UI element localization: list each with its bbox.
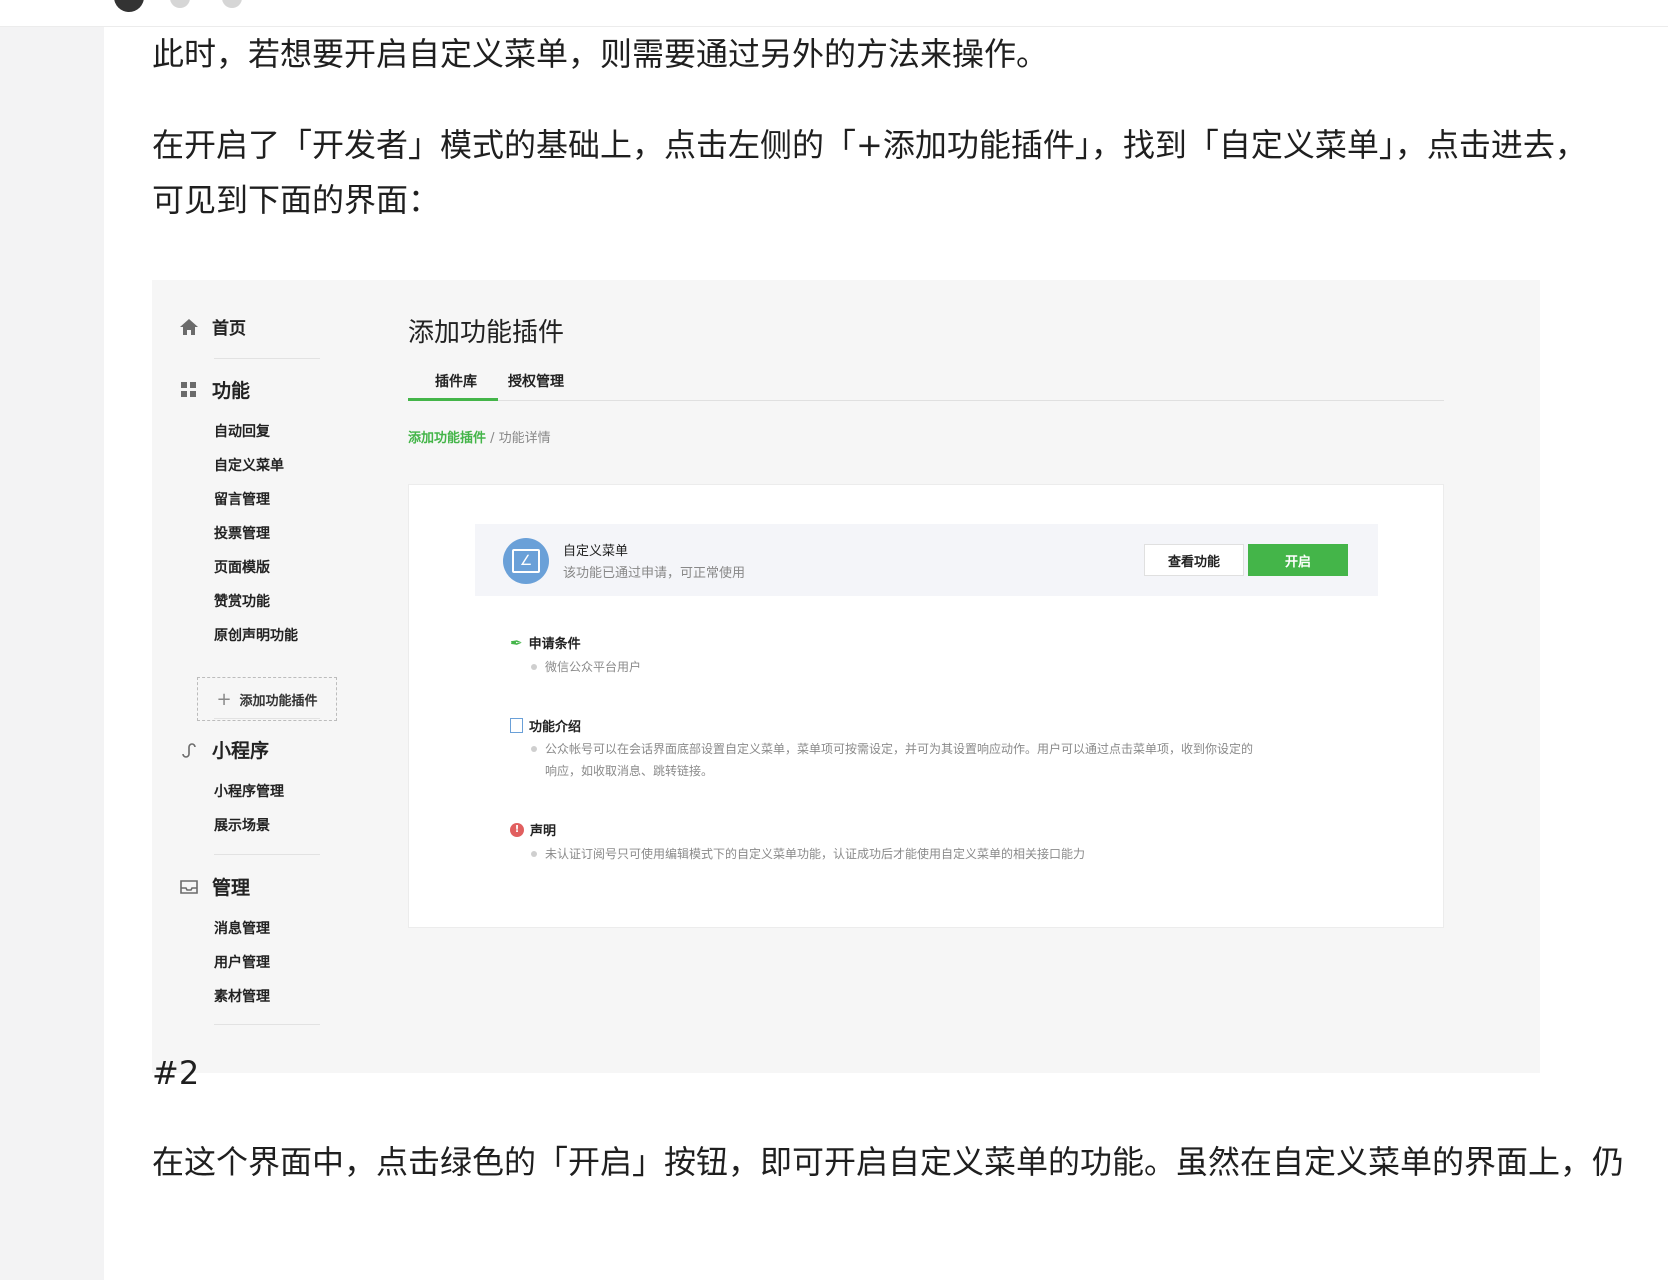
sidebar-section-label: 管理 (212, 877, 251, 899)
divider (214, 718, 320, 719)
section-conditions: ✒ 申请条件 (510, 633, 581, 653)
intro-text: 公众帐号可以在会话界面底部设置自定义菜单，菜单项可按需设定，并可为其设置响应动作… (545, 738, 1253, 782)
sidebar-item-comments[interactable]: 留言管理 (214, 489, 270, 509)
sidebar-item-miniprogram-manage[interactable]: 小程序管理 (214, 781, 284, 801)
top-bar (0, 0, 1668, 27)
breadcrumb: 添加功能插件 / 功能详情 (408, 427, 551, 446)
add-plugin-label: 添加功能插件 (239, 693, 318, 709)
sidebar-section-label: 功能 (212, 380, 251, 402)
sidebar-item-reward[interactable]: 赞赏功能 (214, 591, 270, 611)
divider (214, 358, 320, 359)
divider (214, 1024, 320, 1025)
intro-line: 公众帐号可以在会话界面底部设置自定义菜单，菜单项可按需设定，并可为其设置响应动作… (545, 742, 1254, 756)
active-tab-indicator (408, 398, 498, 401)
sidebar-item-auto-reply[interactable]: 自动回复 (214, 421, 270, 441)
grid-icon (178, 379, 200, 401)
avatar[interactable] (114, 0, 144, 12)
bullet (531, 851, 537, 857)
section-intro: 功能介绍 (510, 716, 581, 735)
paragraph: 在这个界面中，点击绿色的「开启」按钮，即可开启自定义菜单的功能。虽然在自定义菜单… (152, 1143, 1625, 1181)
sidebar-item-users[interactable]: 用户管理 (214, 952, 270, 972)
sidebar-item-materials[interactable]: 素材管理 (214, 986, 270, 1006)
paragraph: 在开启了「开发者」模式的基础上，点击左侧的「+添加功能插件」，找到「自定义菜单」… (152, 126, 1587, 164)
sidebar-item-votes[interactable]: 投票管理 (214, 523, 270, 543)
section-title: 声明 (530, 824, 557, 839)
feature-header: ∠ 自定义菜单 该功能已通过申请，可正常使用 查看功能 开启 (475, 524, 1378, 596)
sidebar-item-page-templates[interactable]: 页面模版 (214, 557, 270, 577)
sidebar-item-label: 首页 (212, 319, 246, 339)
plus-icon: + (216, 688, 232, 710)
intro-item: 公众帐号可以在会话界面底部设置自定义菜单，菜单项可按需设定，并可为其设置响应动作… (531, 738, 1253, 782)
breadcrumb-separator: / (486, 431, 499, 446)
embedded-screenshot: 首页 功能 自动回复 自定义菜单 留言管理 投票管理 页面模版 赞赏功能 原创声… (152, 280, 1540, 1073)
feature-status: 该功能已通过申请，可正常使用 (563, 566, 746, 581)
sidebar-item-home[interactable]: 首页 (178, 314, 246, 339)
paragraph: 可见到下面的界面： (152, 181, 441, 219)
edit-icon: ∠ (503, 538, 549, 584)
tab-divider (408, 400, 1444, 401)
sidebar-section-label: 小程序 (212, 740, 270, 762)
conditions-text: 微信公众平台用户 (545, 660, 642, 674)
feature-name: 自定义菜单 (563, 544, 629, 559)
statement-item: 未认证订阅号只可使用编辑模式下的自定义菜单功能，认证成功后才能使用自定义菜单的相… (531, 843, 1085, 865)
inbox-icon (178, 876, 200, 898)
breadcrumb-parent[interactable]: 添加功能插件 (408, 431, 486, 446)
tab-authorization[interactable]: 授权管理 (508, 371, 564, 391)
miniprogram-icon (178, 739, 200, 761)
sidebar-item-original[interactable]: 原创声明功能 (214, 625, 298, 645)
conditions-item: 微信公众平台用户 (531, 656, 641, 678)
bullet (531, 664, 537, 670)
intro-line: 响应，如收取消息、跳转链接。 (545, 764, 714, 778)
paragraph: 此时，若想要开启自定义菜单，则需要通过另外的方法来操作。 (152, 35, 1049, 73)
leaf-icon: ✒ (510, 633, 523, 652)
section-title: 申请条件 (528, 637, 581, 652)
page-title: 添加功能插件 (408, 318, 565, 348)
tab-plugin-library[interactable]: 插件库 (435, 371, 477, 391)
breadcrumb-current: 功能详情 (498, 431, 551, 446)
toolbar-dot (170, 0, 190, 8)
sidebar-section-manage[interactable]: 管理 (178, 873, 250, 900)
enable-button[interactable]: 开启 (1248, 544, 1348, 576)
sidebar-section-miniprogram[interactable]: 小程序 (178, 736, 269, 763)
sidebar-section-features[interactable]: 功能 (178, 376, 250, 403)
add-plugin-button[interactable]: + 添加功能插件 (197, 677, 337, 721)
left-rail (0, 27, 104, 1280)
document-icon (510, 718, 523, 733)
home-icon (178, 316, 200, 338)
warning-icon: ! (510, 822, 524, 837)
caption: #2 (152, 1054, 200, 1092)
sidebar-item-messages[interactable]: 消息管理 (214, 918, 270, 938)
article: 此时，若想要开启自定义菜单，则需要通过另外的方法来操作。 在开启了「开发者」模式… (104, 27, 1668, 1280)
sidebar-item-custom-menu[interactable]: 自定义菜单 (214, 455, 284, 475)
statement-text: 未认证订阅号只可使用编辑模式下的自定义菜单功能，认证成功后才能使用自定义菜单的相… (545, 847, 1086, 861)
feature-detail-card: ∠ 自定义菜单 该功能已通过申请，可正常使用 查看功能 开启 ✒ 申请条件 微信… (408, 484, 1444, 928)
sidebar-item-scenes[interactable]: 展示场景 (214, 815, 270, 835)
section-statement: ! 声明 (510, 820, 556, 839)
section-title: 功能介绍 (529, 720, 582, 735)
toolbar-dot (222, 0, 242, 8)
view-feature-button[interactable]: 查看功能 (1144, 544, 1244, 576)
divider (214, 854, 320, 855)
bullet (531, 746, 537, 752)
